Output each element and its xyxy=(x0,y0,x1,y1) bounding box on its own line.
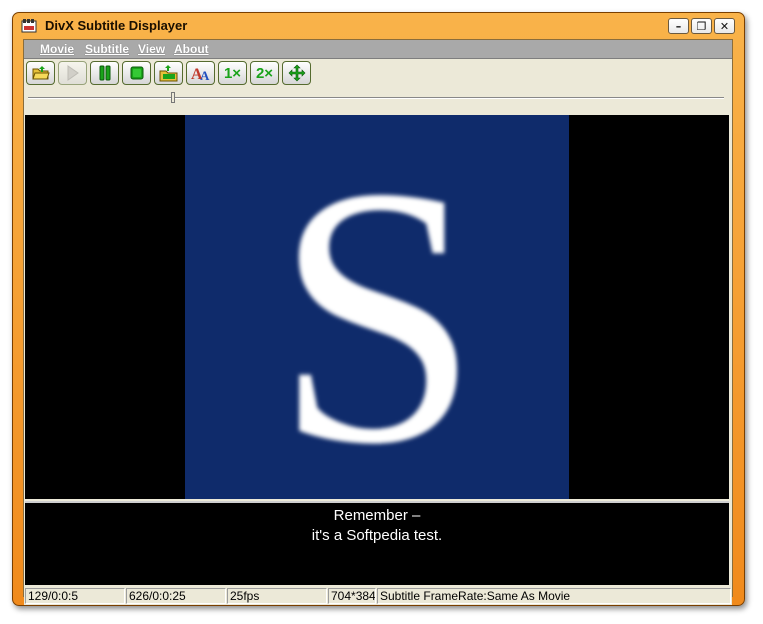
app-window: DivX Subtitle Displayer – ❐ ✕ Movie Subt… xyxy=(12,12,745,606)
menu-view[interactable]: View xyxy=(138,42,165,56)
stop-button[interactable] xyxy=(122,61,151,85)
play-button[interactable] xyxy=(58,61,87,85)
stop-icon xyxy=(130,66,143,80)
close-button[interactable]: ✕ xyxy=(714,18,735,34)
softpedia-logo: S xyxy=(274,115,480,499)
open-folder-icon xyxy=(31,66,50,80)
menu-movie[interactable]: Movie xyxy=(40,42,74,56)
status-total-frames: 626/0:0:25 xyxy=(126,588,226,604)
zoom-1x-icon: 1× xyxy=(223,64,242,82)
video-frame: S xyxy=(185,115,569,499)
subtitle-line-2: it's a Softpedia test. xyxy=(311,527,443,544)
pause-button[interactable] xyxy=(90,61,119,85)
zoom-2x-icon: 2× xyxy=(255,64,274,82)
fullscreen-button[interactable] xyxy=(282,61,311,85)
toolbar: A A 1× 2× xyxy=(24,59,732,87)
status-resolution: 704*384 xyxy=(328,588,376,604)
restore-button[interactable]: ❐ xyxy=(691,18,712,34)
title-bar[interactable]: DivX Subtitle Displayer – ❐ ✕ xyxy=(13,13,744,39)
status-current-frame: 129/0:0:5 xyxy=(25,588,125,604)
fullscreen-move-icon xyxy=(288,64,305,82)
zoom-2x-button[interactable]: 2× xyxy=(250,61,279,85)
zoom-1x-button[interactable]: 1× xyxy=(218,61,247,85)
menu-about[interactable]: About xyxy=(174,42,209,56)
menu-bar: Movie Subtitle View About xyxy=(24,40,732,59)
app-icon xyxy=(21,19,37,33)
subtitle-line-1: Remember – xyxy=(333,507,421,524)
load-subtitle-icon xyxy=(159,65,177,82)
minimize-button[interactable]: – xyxy=(668,18,689,34)
seek-slider[interactable] xyxy=(28,92,724,104)
logo-letter: S xyxy=(274,115,480,499)
seek-track xyxy=(28,97,724,99)
seek-thumb[interactable] xyxy=(171,92,175,103)
client-area: Movie Subtitle View About A A 1× 2× S Re… xyxy=(23,39,733,605)
status-fps: 25fps xyxy=(227,588,327,604)
menu-subtitle[interactable]: Subtitle xyxy=(85,42,129,56)
svg-text:A: A xyxy=(200,68,210,82)
font-button[interactable]: A A xyxy=(186,61,215,85)
subtitle-panel: Remember – it's a Softpedia test. xyxy=(25,501,729,585)
font-icon: A A xyxy=(191,66,210,82)
status-subtitle-framerate: Subtitle FrameRate:Same As Movie xyxy=(377,588,731,604)
open-button[interactable] xyxy=(26,61,55,85)
status-bar: 129/0:0:5 626/0:0:25 25fps 704*384 Subti… xyxy=(24,587,732,605)
play-icon xyxy=(67,65,79,81)
video-area[interactable]: S xyxy=(25,115,729,499)
window-title: DivX Subtitle Displayer xyxy=(45,18,188,33)
pause-icon xyxy=(99,65,110,81)
load-subtitle-button[interactable] xyxy=(154,61,183,85)
